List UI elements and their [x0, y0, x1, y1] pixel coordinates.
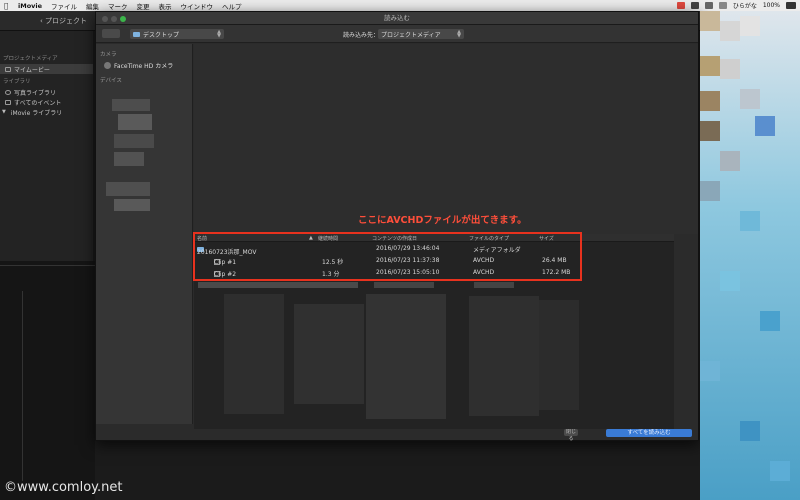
- desktop-icon[interactable]: [740, 89, 760, 109]
- input-method-label[interactable]: ひらがな: [733, 1, 757, 10]
- desktop-icon[interactable]: [740, 16, 760, 36]
- chevron-updown-icon: ▲ ▼: [457, 29, 461, 39]
- import-target-label: 読み込み先：: [343, 32, 380, 39]
- film-icon: [5, 66, 11, 72]
- desktop-icon[interactable]: [700, 11, 720, 31]
- watermark: ©www.comloy.net: [4, 480, 123, 495]
- desktop-icon[interactable]: [700, 361, 720, 381]
- disclosure-triangle-icon[interactable]: ▼: [2, 109, 6, 115]
- battery-label: 100%: [762, 2, 780, 9]
- source-sidebar: カメラ FaceTime HD カメラ デバイス: [96, 44, 193, 440]
- menu-window[interactable]: ウインドウ: [181, 1, 214, 11]
- annotation-text: ここにAVCHDファイルが出てきます。: [358, 215, 527, 226]
- blurred-device[interactable]: [114, 152, 144, 166]
- menu-bar:  iMovie ファイル 編集 マーク 変更 表示 ウインドウ ヘルプ ひらが…: [0, 0, 800, 11]
- blurred-row[interactable]: [366, 294, 446, 419]
- playhead-line: [22, 291, 23, 481]
- sidebar-item-photos[interactable]: 写真ライブラリ: [0, 87, 93, 97]
- import-target-select[interactable]: プロジェクトメディア ▲ ▼: [378, 29, 464, 39]
- desktop-icon[interactable]: [720, 21, 740, 41]
- zoom-window-icon[interactable]: [120, 16, 126, 22]
- menu-app[interactable]: iMovie: [18, 2, 42, 10]
- chevron-updown-icon: ▲ ▼: [217, 29, 221, 39]
- tray-app-icon[interactable]: [704, 2, 713, 9]
- device-header: デバイス: [100, 78, 122, 84]
- desktop-icon[interactable]: [770, 461, 790, 481]
- folder-icon: [133, 31, 140, 37]
- apple-icon[interactable]: : [4, 2, 12, 10]
- blurred-row[interactable]: [224, 294, 284, 414]
- library-header: ライブラリ: [3, 79, 31, 85]
- desktop-icon[interactable]: [740, 421, 760, 441]
- blurred-row[interactable]: [198, 282, 358, 288]
- close-window-icon[interactable]: [102, 16, 108, 22]
- battery-icon[interactable]: [786, 2, 796, 9]
- sidebar-item-my-movie[interactable]: マイムービー: [0, 64, 93, 74]
- minimize-window-icon[interactable]: [111, 16, 117, 22]
- menu-file[interactable]: ファイル: [51, 1, 77, 11]
- tray-app-icon[interactable]: [676, 2, 685, 9]
- desktop-icon[interactable]: [720, 151, 740, 171]
- desktop-icon[interactable]: [760, 311, 780, 331]
- timeline-area: [0, 261, 95, 500]
- blurred-row[interactable]: [294, 304, 364, 404]
- photos-icon: [5, 89, 11, 95]
- blurred-device[interactable]: [118, 114, 152, 130]
- camera-icon: [104, 61, 111, 69]
- blurred-device[interactable]: [114, 199, 150, 211]
- close-button[interactable]: 閉じる: [564, 429, 578, 442]
- highlight-box: [193, 232, 582, 281]
- dialog-title: 読み込む: [96, 12, 698, 25]
- project-media-header: プロジェクトメディア: [3, 56, 58, 62]
- preview-area: [194, 44, 698, 234]
- status-area: ひらがな 100%: [676, 0, 796, 11]
- menu-edit[interactable]: 編集: [86, 1, 99, 11]
- blurred-row[interactable]: [374, 282, 434, 288]
- blurred-device[interactable]: [114, 134, 154, 148]
- camera-item-facetime[interactable]: FaceTime HD カメラ: [96, 60, 192, 70]
- blurred-row[interactable]: [469, 296, 539, 416]
- camera-header: カメラ: [100, 52, 117, 58]
- desktop-icon[interactable]: [755, 116, 775, 136]
- menu-help[interactable]: ヘルプ: [222, 1, 242, 11]
- menu-modify[interactable]: 変更: [137, 1, 150, 11]
- desktop-icon[interactable]: [700, 121, 720, 141]
- tray-app-icon[interactable]: [690, 2, 699, 9]
- sidebar-item-imovie-library[interactable]: ▼ iMovie ライブラリ: [0, 107, 93, 117]
- view-toggle-button[interactable]: [102, 29, 120, 38]
- menu-mark[interactable]: マーク: [108, 1, 128, 11]
- desktop-icon[interactable]: [700, 56, 720, 76]
- sidebar-item-all-events[interactable]: すべてのイベント: [0, 97, 93, 107]
- desktop-icon[interactable]: [700, 91, 720, 111]
- desktop-icon[interactable]: [700, 181, 720, 201]
- desktop-icon[interactable]: [720, 271, 740, 291]
- blurred-row[interactable]: [539, 300, 579, 410]
- desktop-background: [700, 11, 800, 500]
- location-select[interactable]: デスクトップ ▲ ▼: [130, 29, 224, 39]
- blurred-device[interactable]: [112, 99, 150, 111]
- library-sidebar: プロジェクトメディア マイムービー ライブラリ 写真ライブラリ すべてのイベント…: [0, 31, 93, 261]
- blurred-row[interactable]: [474, 282, 514, 288]
- menu-view[interactable]: 表示: [159, 1, 172, 11]
- blurred-device[interactable]: [106, 182, 150, 196]
- import-all-button[interactable]: すべてを読み込む: [606, 429, 692, 437]
- wifi-icon[interactable]: [718, 2, 727, 9]
- desktop-icon[interactable]: [720, 59, 740, 79]
- events-icon: [5, 99, 11, 105]
- dialog-toolbar: デスクトップ ▲ ▼ 読み込み先： プロジェクトメディア ▲ ▼: [96, 25, 698, 43]
- back-to-project-button[interactable]: ‹ プロジェクト: [40, 16, 87, 26]
- divider: [0, 265, 95, 266]
- desktop-icon[interactable]: [740, 211, 760, 231]
